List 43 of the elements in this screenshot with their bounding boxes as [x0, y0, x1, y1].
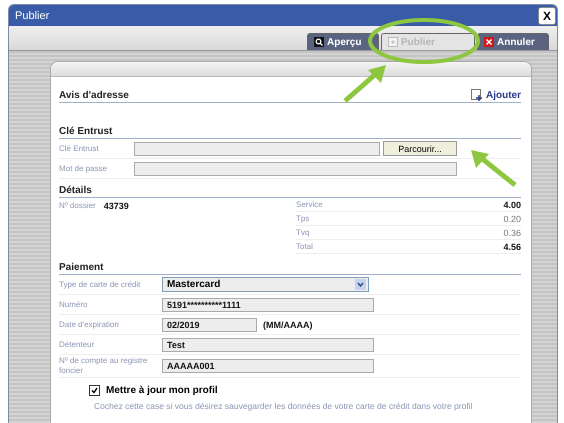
field-label: Mot de passe: [59, 164, 108, 174]
field-label: Date d'expiration: [59, 320, 120, 330]
field-label: Clé Entrust: [59, 144, 100, 154]
date-format-hint: (MM/AAAA): [263, 320, 312, 330]
fee-label: Total: [296, 242, 314, 252]
fee-amount: 0.36: [502, 228, 521, 238]
close-button[interactable]: X: [538, 6, 556, 24]
section-title: Détails: [59, 185, 92, 196]
section-title: Clé Entrust: [59, 126, 112, 137]
field-label: Nº dossier: [59, 201, 96, 211]
fee-label: Tvq: [296, 228, 310, 238]
field-label: Type de carte de crédit: [59, 280, 142, 290]
section-title: Paiement: [59, 262, 104, 273]
input-field[interactable]: [134, 142, 380, 156]
field-label: Détenteur: [59, 340, 96, 350]
card-type-select[interactable]: Mastercard: [162, 277, 369, 292]
password-field[interactable]: [134, 162, 457, 176]
toolbar-tab[interactable]: Annuler: [477, 33, 549, 50]
field-label: Nº de compte au registre foncier: [59, 356, 148, 376]
pointer-arrow: [471, 150, 517, 187]
checkmark-icon: [91, 387, 98, 394]
fee-amount: 0.20: [502, 214, 521, 224]
fee-amount: 4.56: [502, 242, 521, 252]
fee-amount: 4.00: [502, 200, 521, 210]
input-field[interactable]: 5191**********1111: [162, 298, 374, 312]
pointer-arrow: [343, 65, 386, 103]
add-link[interactable]: Ajouter: [471, 89, 521, 101]
fee-label: Service: [296, 200, 324, 210]
help-text: Cochez cette case si vous désirez sauvegarder les données de votre carte de crédit dans votre profil: [94, 401, 474, 412]
toolbar-tab[interactable]: Aperçu: [307, 33, 379, 50]
field-label: Numéro: [59, 300, 88, 310]
input-field[interactable]: Test: [162, 338, 374, 352]
update-profile-checkbox[interactable]: Mettre à jour mon profil: [59, 378, 521, 396]
file-number: 43739: [104, 201, 129, 211]
add-document-icon: [471, 89, 483, 101]
magnifier-icon: [314, 37, 324, 47]
fee-label: Tps: [296, 214, 310, 224]
window-title: Publier: [15, 10, 50, 22]
input-field[interactable]: AAAAA001: [162, 359, 374, 373]
date-field[interactable]: 02/2019: [162, 318, 257, 332]
browse-button[interactable]: Parcourir...: [383, 141, 457, 156]
section-title: Avis d'adresse: [59, 90, 129, 100]
close-icon: [484, 37, 494, 47]
